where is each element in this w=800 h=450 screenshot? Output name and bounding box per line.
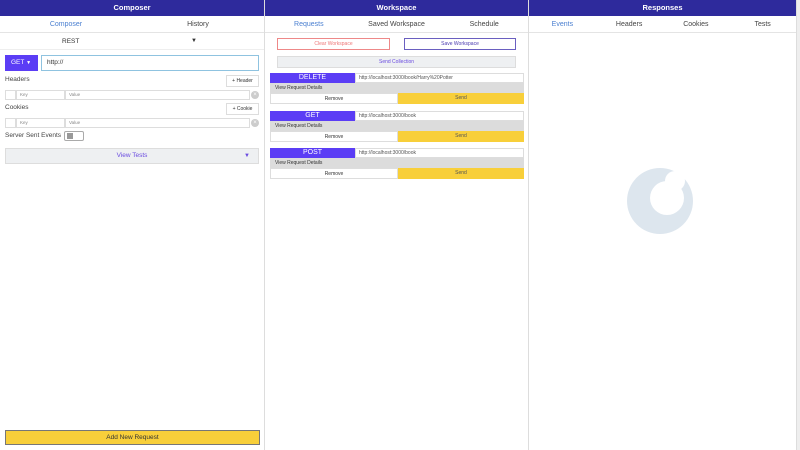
tab-composer[interactable]: Composer bbox=[0, 16, 132, 32]
tab-schedule[interactable]: Schedule bbox=[440, 16, 528, 32]
clear-workspace-button[interactable]: Clear Workspace bbox=[277, 38, 390, 50]
tab-events[interactable]: Events bbox=[529, 16, 596, 32]
url-input[interactable]: http:// bbox=[41, 55, 259, 71]
composer-header: Composer bbox=[0, 0, 264, 16]
send-collection-button[interactable]: Send Collection bbox=[277, 56, 516, 68]
tab-requests[interactable]: Requests bbox=[265, 16, 353, 32]
header-key-input[interactable]: Key bbox=[16, 90, 65, 100]
cookie-key-input[interactable]: Key bbox=[16, 118, 65, 128]
tab-history[interactable]: History bbox=[132, 16, 264, 32]
add-new-request-button[interactable]: Add New Request bbox=[5, 430, 260, 445]
chevron-down-icon: ▼ bbox=[191, 38, 197, 44]
responses-header: Responses bbox=[529, 0, 796, 16]
request-card: GET http://localhost:3000/book View Reque… bbox=[270, 111, 524, 142]
request-method: GET bbox=[270, 111, 355, 121]
view-tests-button[interactable]: View Tests ▼ bbox=[5, 148, 259, 164]
remove-cookie-icon[interactable]: × bbox=[251, 119, 259, 127]
cookies-label: Cookies bbox=[5, 104, 29, 111]
responses-panel: Responses Events Headers Cookies Tests bbox=[529, 0, 797, 450]
remove-button[interactable]: Remove bbox=[270, 93, 398, 104]
tab-cookies[interactable]: Cookies bbox=[663, 16, 730, 32]
header-checkbox[interactable] bbox=[5, 90, 16, 100]
chevron-down-icon: ▼ bbox=[244, 153, 250, 159]
save-workspace-button[interactable]: Save Workspace bbox=[404, 38, 516, 50]
composer-panel: Composer Composer History REST ▼ GET ▼ h… bbox=[0, 0, 265, 450]
send-button[interactable]: Send bbox=[398, 131, 524, 142]
header-value-input[interactable]: Value bbox=[65, 90, 250, 100]
send-button[interactable]: Send bbox=[398, 168, 524, 179]
view-request-details[interactable]: View Request Details bbox=[270, 158, 524, 168]
request-method: POST bbox=[270, 148, 355, 158]
tab-tests[interactable]: Tests bbox=[729, 16, 796, 32]
sse-toggle[interactable] bbox=[64, 131, 84, 141]
tab-headers[interactable]: Headers bbox=[596, 16, 663, 32]
remove-button[interactable]: Remove bbox=[270, 131, 398, 142]
request-method: DELETE bbox=[270, 73, 355, 83]
send-button[interactable]: Send bbox=[398, 93, 524, 104]
request-card: DELETE http://localhost:3000/book/Harry%2… bbox=[270, 73, 524, 104]
cookie-checkbox[interactable] bbox=[5, 118, 16, 128]
tab-saved-workspace[interactable]: Saved Workspace bbox=[353, 16, 441, 32]
protocol-select[interactable]: REST ▼ bbox=[0, 33, 264, 50]
remove-header-icon[interactable]: × bbox=[251, 91, 259, 99]
request-card: POST http://localhost:3000/book View Requ… bbox=[270, 148, 524, 179]
view-request-details[interactable]: View Request Details bbox=[270, 121, 524, 131]
request-url: http://localhost:3000/book bbox=[355, 148, 524, 158]
protocol-value: REST bbox=[62, 38, 80, 45]
headers-label: Headers bbox=[5, 76, 30, 83]
request-url: http://localhost:3000/book bbox=[355, 111, 524, 121]
add-header-button[interactable]: + Header bbox=[226, 75, 259, 87]
request-url: http://localhost:3000/book/Harry%20Potte… bbox=[355, 73, 524, 83]
cookie-value-input[interactable]: Value bbox=[65, 118, 250, 128]
add-cookie-button[interactable]: + Cookie bbox=[226, 103, 259, 115]
view-request-details[interactable]: View Request Details bbox=[270, 83, 524, 93]
swell-logo-icon bbox=[627, 168, 693, 234]
workspace-header: Workspace bbox=[265, 0, 528, 16]
method-select[interactable]: GET ▼ bbox=[5, 55, 38, 71]
remove-button[interactable]: Remove bbox=[270, 168, 398, 179]
sse-label: Server Sent Events bbox=[5, 132, 61, 139]
caret-down-icon: ▼ bbox=[26, 60, 32, 66]
